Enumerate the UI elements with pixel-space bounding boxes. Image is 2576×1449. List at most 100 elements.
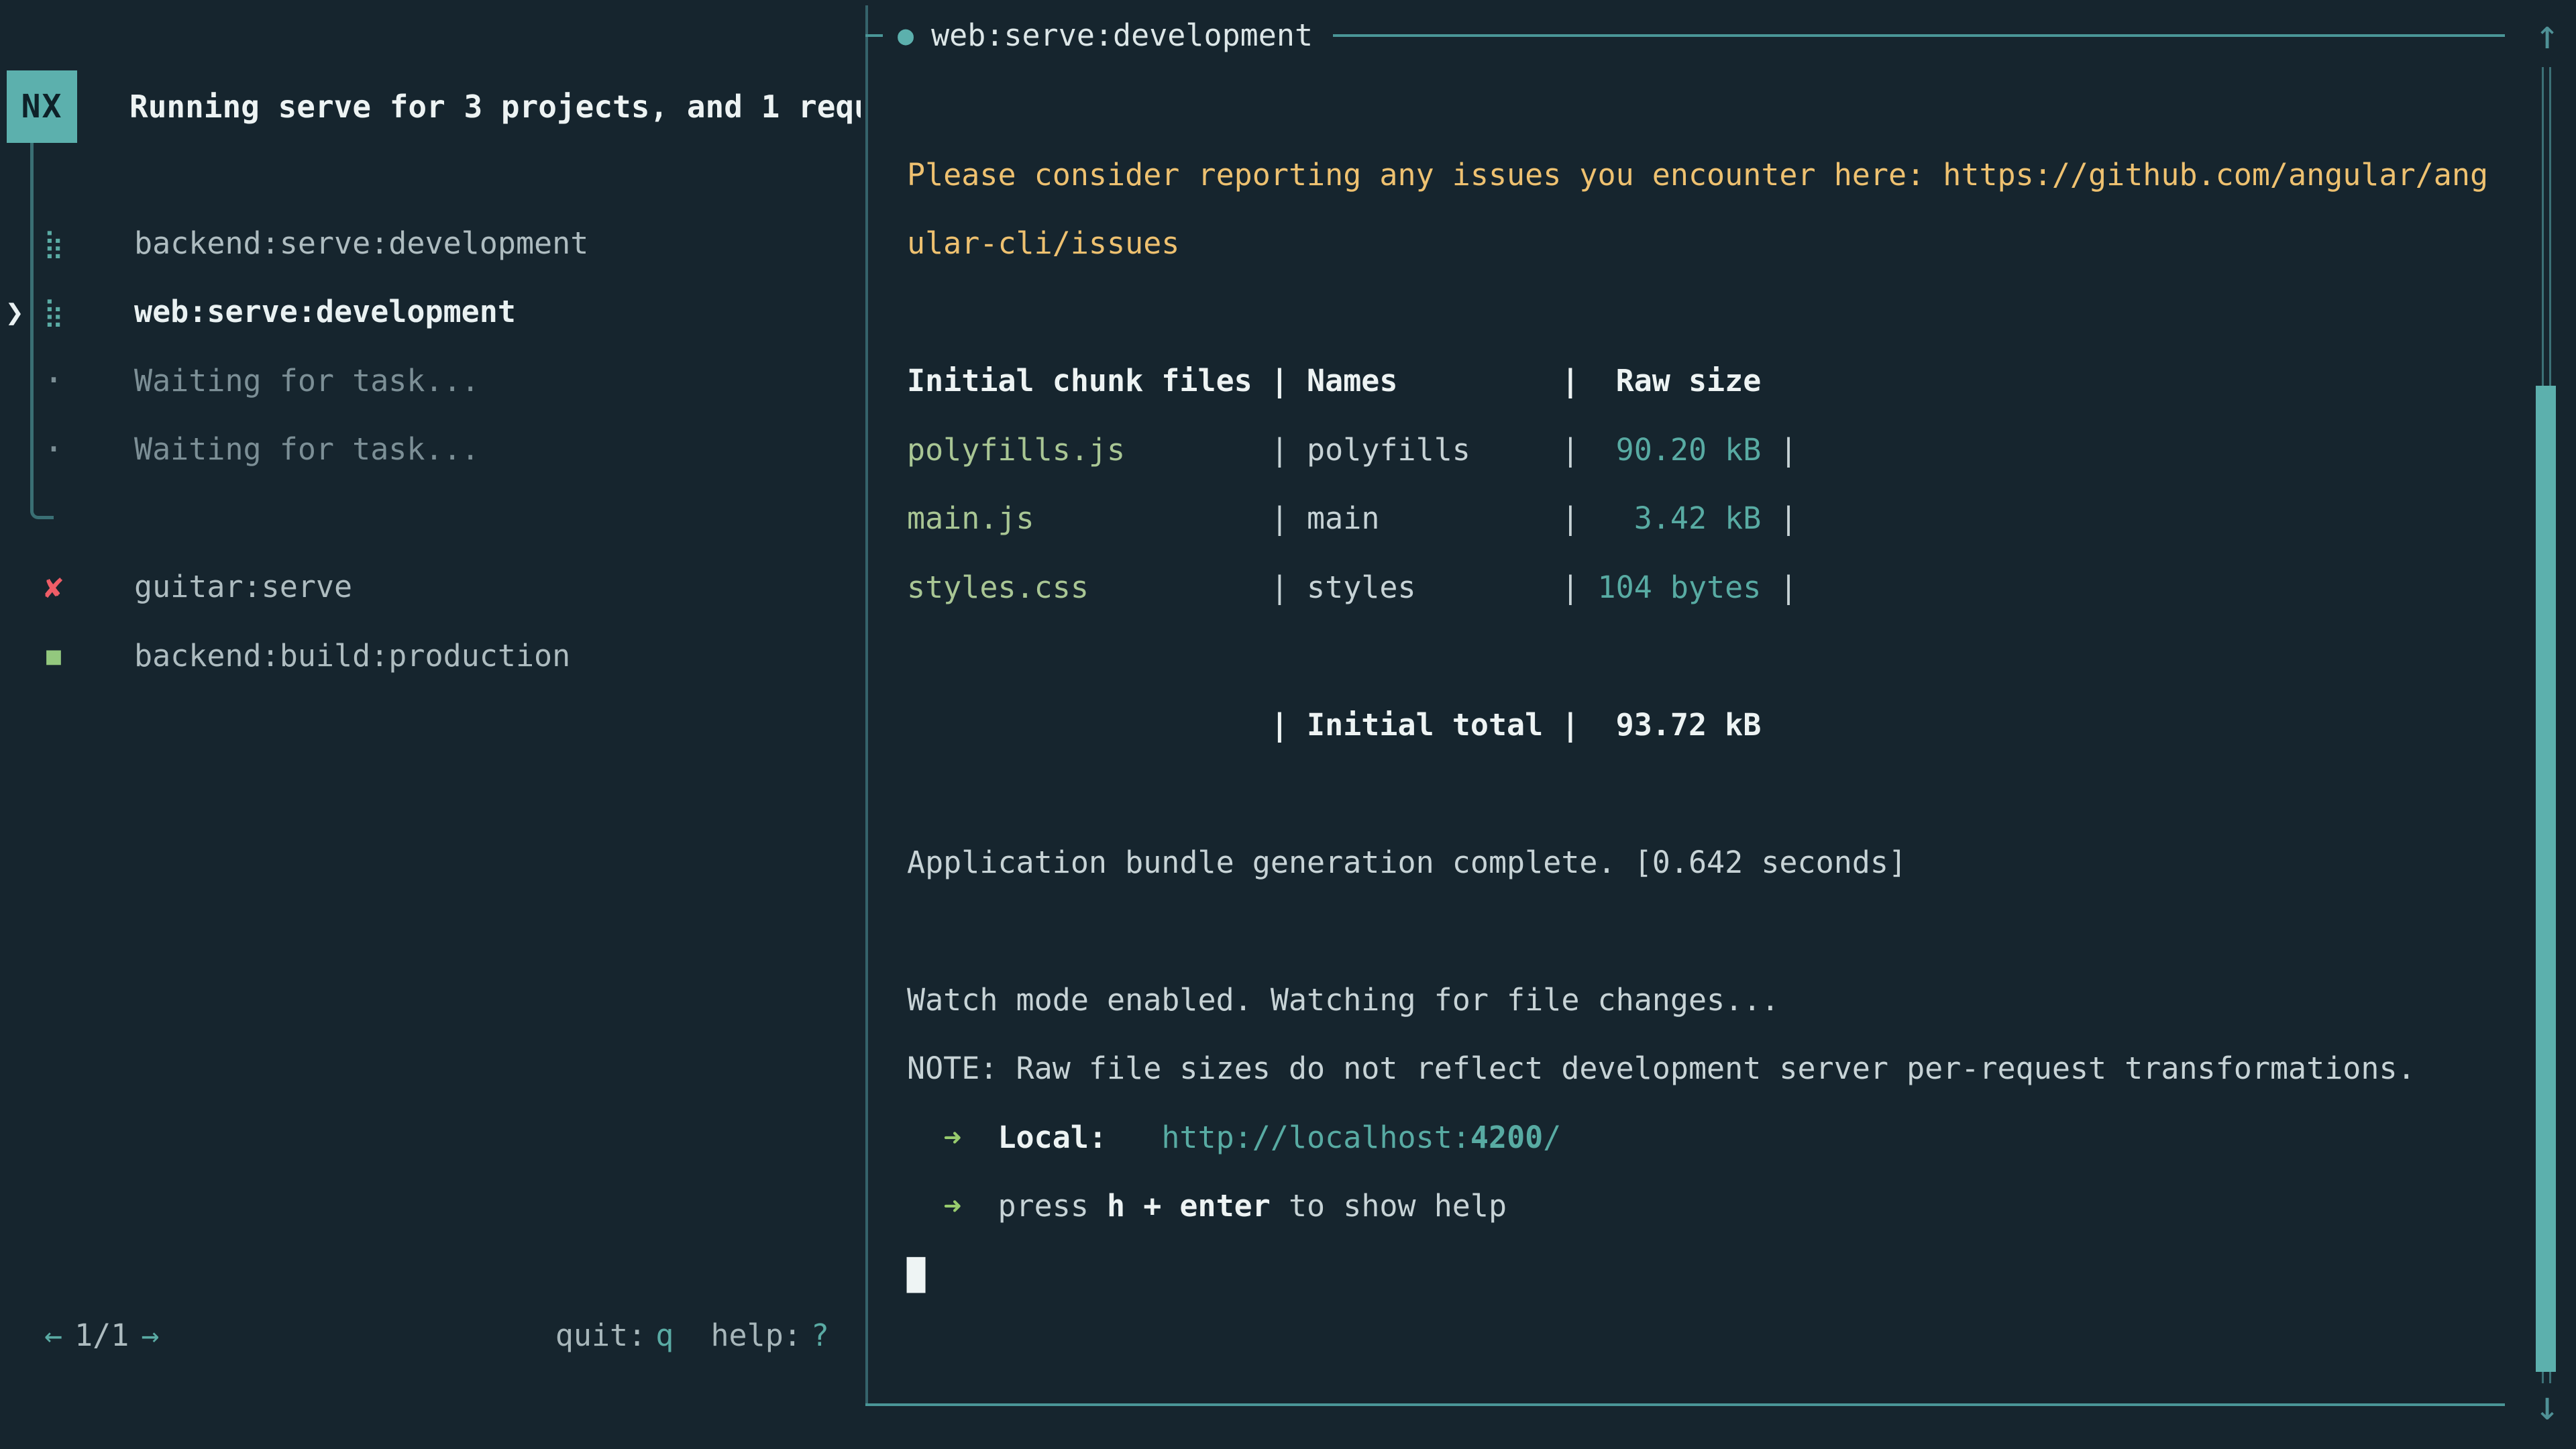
scrollbar-thumb[interactable] [2536,386,2556,1372]
nx-logo-badge: NX [7,70,77,143]
terminal-text: | [1561,570,1579,605]
task-item-guitar-serve[interactable]: ✘ guitar:serve [0,553,865,622]
terminal-text: | [1561,500,1579,536]
terminal-line-3 [907,278,2530,347]
task-item-backend-serve-development[interactable]: ⣷backend:serve:development [0,209,865,278]
output-panel-title: web:serve:development [931,17,1313,53]
terminal-line-5: polyfills.js | polyfills | 90.20 kB | [907,416,2530,485]
terminal-text: polyfills [1307,432,1561,468]
terminal-text: press [961,1188,1107,1224]
github-issues-link[interactable]: https://github.com/angular/ang [1943,157,2488,193]
terminal-text: 104 bytes [1579,570,1761,605]
terminal-text: | [1761,570,1815,605]
terminal-text: ➜ [943,1188,961,1224]
pagination-next-icon[interactable]: → [141,1318,159,1353]
terminal-line-0 [907,72,2530,141]
terminal-text: 3.42 kB [1579,500,1761,536]
help-shortcut-key: ? [811,1318,829,1353]
sidebar-bottom-bar: ← 1/1 → quit: q help: ? [44,1301,829,1369]
quit-shortcut-key: q [655,1318,674,1353]
terminal-text [1107,1120,1161,1155]
scroll-up-icon[interactable]: ↑ [2524,7,2571,64]
terminal-line-8 [907,622,2530,691]
task-label: backend:serve:development [134,225,588,261]
terminal-line-6: main.js | main | 3.42 kB | [907,484,2530,553]
sidebar-title: Running serve for 3 projects, and 1 requ [129,70,861,143]
scroll-down-icon[interactable]: ↓ [2524,1377,2571,1436]
terminal-line-4: Initial chunk files | Names | Raw size [907,347,2530,416]
terminal-text [907,1120,943,1155]
keyboard-shortcuts: quit: q help: ? [555,1318,829,1353]
task-label: backend:build:production [134,638,570,674]
selected-chevron-icon: ❯ [5,294,39,330]
pending-dot-icon: · [39,429,68,470]
terminal-text: | [1034,500,1307,536]
terminal-text: Local: [998,1120,1107,1155]
running-bullet-icon: ● [898,20,914,51]
terminal-text: styles [1307,570,1561,605]
task-sidebar: NX Running serve for 3 projects, and 1 r… [0,0,865,1449]
spinner-icon: ⣷ [39,295,68,328]
terminal-text: | [1761,432,1815,468]
terminal-text [907,1188,943,1224]
terminal-text: polyfills.js [907,432,1125,468]
terminal-text: Application bundle generation complete. … [907,845,1907,880]
terminal-text: Please consider reporting any issues you… [907,157,1943,193]
task-item-waiting-for-task-[interactable]: · Waiting for task... [0,415,865,484]
terminal-line-16: ➜ press h + enter to show help [907,1172,2530,1241]
local-server-link[interactable]: http://localhost: [1161,1120,1470,1155]
terminal-text: styles.css [907,570,1089,605]
terminal-line-12 [907,897,2530,966]
terminal-text: to show help [1271,1188,1507,1224]
terminal-text: h + enter [1107,1188,1271,1224]
terminal-text: | [1089,570,1307,605]
success-square-icon: ▪ [39,621,68,690]
terminal-cursor: █ [907,1257,925,1293]
terminal-text: | Initial total | 93.72 kB [907,707,1761,743]
pagination: ← 1/1 → [44,1318,159,1353]
terminal-line-15: ➜ Local: http://localhost:4200/ [907,1104,2530,1173]
header-border-line [1333,34,2505,37]
terminal-line-17: █ [907,1241,2530,1310]
terminal-line-11: Application bundle generation complete. … [907,828,2530,898]
local-server-link-slash[interactable]: / [1543,1120,1561,1155]
terminal-text: main [1307,500,1561,536]
task-label: Waiting for task... [134,363,480,398]
github-issues-link-wrap[interactable]: ular-cli/issues [907,225,1179,261]
failed-x-icon: ✘ [39,569,68,605]
task-group: ⣷backend:serve:development ❯⣷ web:serve:de… [0,209,865,484]
task-group: ✘ guitar:serve ▪ backend:build:production [0,553,865,690]
terminal-line-10 [907,759,2530,828]
terminal-line-14: NOTE: Raw file sizes do not reflect deve… [907,1034,2530,1104]
task-item-web-serve-development[interactable]: ❯⣷ web:serve:development [0,278,865,347]
terminal-text: main.js [907,500,1034,536]
local-server-port[interactable]: 4200 [1470,1120,1543,1155]
quit-shortcut-label: quit: [555,1318,646,1353]
terminal-output: Please consider reporting any issues you… [907,72,2530,1309]
task-item-waiting-for-task-[interactable]: · Waiting for task... [0,346,865,415]
terminal-line-13: Watch mode enabled. Watching for file ch… [907,966,2530,1035]
terminal-text: NOTE: Raw file sizes do not reflect deve… [907,1051,2416,1086]
help-shortcut-label: help: [710,1318,801,1353]
terminal-text [961,1120,998,1155]
terminal-text: Initial chunk files | Names | Raw size [907,363,1761,398]
terminal-text: 90.20 kB [1579,432,1761,468]
nx-tui-screen: NX Running serve for 3 projects, and 1 r… [0,0,2576,1449]
pagination-label: 1/1 [74,1318,129,1353]
terminal-text: ➜ [943,1120,961,1155]
task-item-backend-build-production[interactable]: ▪ backend:build:production [0,621,865,690]
terminal-text: | [1125,432,1307,468]
pending-dot-icon: · [39,360,68,400]
task-label: Waiting for task... [134,431,480,467]
terminal-text: | [1761,500,1815,536]
terminal-line-1: Please consider reporting any issues you… [907,141,2530,210]
terminal-line-9: | Initial total | 93.72 kB [907,691,2530,760]
terminal-text: Watch mode enabled. Watching for file ch… [907,982,1779,1018]
pagination-prev-icon[interactable]: ← [44,1318,62,1353]
terminal-line-7: styles.css | styles | 104 bytes | [907,553,2530,623]
header-border-stub [865,34,883,37]
terminal-line-2: ular-cli/issues [907,209,2530,278]
task-label: guitar:serve [134,569,352,604]
task-label: web:serve:development [134,294,516,329]
panel-divider [865,5,868,1406]
